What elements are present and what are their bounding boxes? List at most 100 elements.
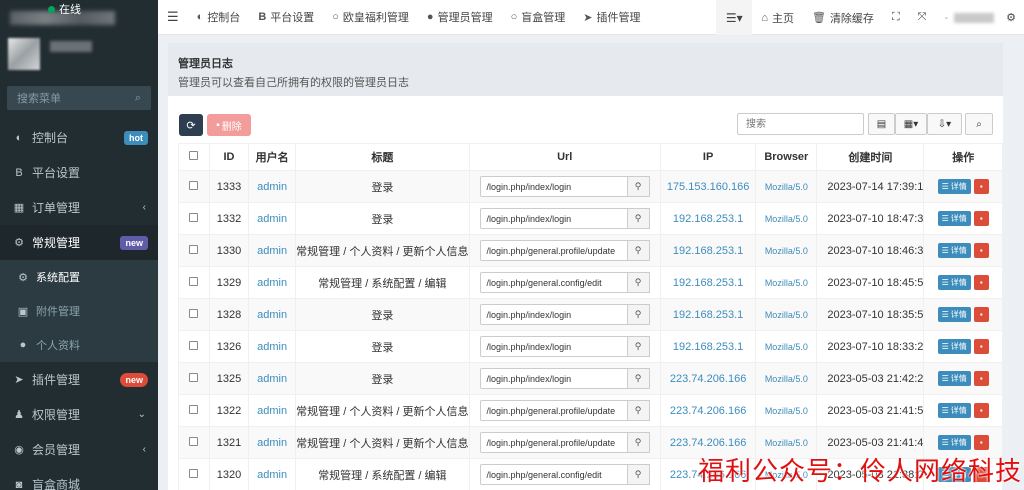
toggle-view-button[interactable]: ▤ [868, 113, 895, 135]
open-link-button[interactable]: ⚲ [627, 400, 650, 421]
cell-browser[interactable]: Mozilla/5.0 [755, 394, 818, 427]
delete-button[interactable]: ▪ 删除 [207, 114, 251, 136]
export-dropdown-button[interactable]: ⇩▾ [927, 113, 962, 135]
detail-button[interactable]: ☰ 详情 [937, 403, 971, 418]
open-link-button[interactable]: ⚲ [627, 176, 650, 197]
row-checkbox[interactable] [189, 276, 199, 286]
open-link-button[interactable]: ⚲ [627, 432, 650, 453]
url-field[interactable]: /login.php/index/login [479, 176, 628, 197]
sidebar-item-0[interactable]: ◐ 控制台 hot [0, 120, 158, 155]
cell-ip[interactable]: 192.168.253.1 [659, 234, 757, 267]
header-browser[interactable]: Browser [755, 143, 818, 171]
cell-ip[interactable]: 192.168.253.1 [659, 202, 757, 235]
sidebar-item-2[interactable]: ▦ 订单管理 ‹ [0, 190, 158, 225]
cell-username[interactable]: admin [248, 394, 297, 427]
cell-username[interactable]: admin [248, 426, 297, 459]
cell-ip[interactable]: 175.153.160.166 [659, 170, 757, 203]
cell-browser[interactable]: Mozilla/5.0 [755, 362, 818, 395]
delete-row-button[interactable]: ▪ [973, 435, 989, 450]
fullscreen-button[interactable]: ⤧ [909, 0, 936, 35]
open-link-button[interactable]: ⚲ [627, 464, 650, 485]
open-link-button[interactable]: ⚲ [627, 272, 650, 293]
header-select-all[interactable] [178, 143, 210, 171]
cell-browser[interactable]: Mozilla/5.0 [755, 234, 818, 267]
sidebar-item-4[interactable]: ⚙ 系统配置 [0, 260, 158, 294]
top-nav-item-2[interactable]: ○ 欧皇福利管理 [323, 0, 418, 35]
row-checkbox[interactable] [189, 340, 199, 350]
url-field[interactable]: /login.php/general.profile/update [479, 240, 628, 261]
row-select[interactable] [178, 362, 210, 395]
cell-username[interactable]: admin [248, 234, 297, 267]
refresh-button[interactable]: ⟳ [179, 114, 203, 136]
header-ip[interactable]: IP [659, 143, 757, 171]
cell-ip[interactable]: 192.168.253.1 [659, 330, 757, 363]
cell-username[interactable]: admin [248, 330, 297, 363]
delete-row-button[interactable]: ▪ [973, 179, 989, 194]
cell-browser[interactable]: Mozilla/5.0 [755, 170, 818, 203]
detail-button[interactable]: ☰ 详情 [937, 307, 971, 322]
url-field[interactable]: /login.php/general.config/edit [479, 272, 628, 293]
row-checkbox[interactable] [189, 180, 199, 190]
cell-ip[interactable]: 192.168.253.1 [659, 298, 757, 331]
search-icon[interactable]: ⌕ [135, 92, 141, 105]
open-link-button[interactable]: ⚲ [627, 336, 650, 357]
url-field[interactable]: /login.php/index/login [479, 304, 628, 325]
detail-button[interactable]: ☰ 详情 [937, 243, 971, 258]
cell-ip[interactable]: 223.74.206.166 [659, 362, 757, 395]
row-select[interactable] [178, 298, 210, 331]
row-select[interactable] [178, 426, 210, 459]
row-checkbox[interactable] [189, 308, 199, 318]
translate-button[interactable]: ⛶ [883, 0, 909, 35]
detail-button[interactable]: ☰ 详情 [937, 179, 971, 194]
open-link-button[interactable]: ⚲ [627, 208, 650, 229]
top-nav-item-3[interactable]: ● 管理员管理 [418, 0, 502, 35]
open-link-button[interactable]: ⚲ [627, 368, 650, 389]
top-nav-item-0[interactable]: ◐ 控制台 [188, 0, 250, 35]
user-menu[interactable]: - [935, 0, 998, 35]
row-select[interactable] [178, 266, 210, 299]
sidebar-toggle-button[interactable]: ☰ [158, 0, 188, 35]
row-select[interactable] [178, 458, 210, 490]
open-link-button[interactable]: ⚲ [627, 240, 650, 261]
delete-row-button[interactable]: ▪ [973, 339, 989, 354]
delete-row-button[interactable]: ▪ [973, 243, 989, 258]
advanced-search-button[interactable]: ⌕ [965, 113, 993, 135]
sidebar-item-6[interactable]: ● 个人资料 [0, 328, 158, 362]
cell-username[interactable]: admin [248, 362, 297, 395]
open-link-button[interactable]: ⚲ [627, 304, 650, 325]
row-select[interactable] [178, 202, 210, 235]
url-field[interactable]: /login.php/general.profile/update [479, 432, 628, 453]
row-select[interactable] [178, 170, 210, 203]
top-nav-item-4[interactable]: ○ 盲盒管理 [502, 0, 575, 35]
url-field[interactable]: /login.php/general.profile/update [479, 400, 628, 421]
sidebar-item-1[interactable]: B 平台设置 [0, 155, 158, 190]
delete-row-button[interactable]: ▪ [973, 403, 989, 418]
cell-username[interactable]: admin [248, 202, 297, 235]
detail-button[interactable]: ☰ 详情 [937, 371, 971, 386]
header-url[interactable]: Url [468, 143, 661, 171]
row-select[interactable] [178, 330, 210, 363]
url-field[interactable]: /login.php/index/login [479, 208, 628, 229]
cell-username[interactable]: admin [248, 458, 297, 490]
delete-row-button[interactable]: ▪ [973, 275, 989, 290]
url-field[interactable]: /login.php/index/login [479, 368, 628, 389]
sidebar-item-7[interactable]: ➤ 插件管理 new [0, 362, 158, 397]
columns-dropdown-button[interactable]: ▦▾ [895, 113, 927, 135]
cell-username[interactable]: admin [248, 298, 297, 331]
sidebar-search-input[interactable]: 搜索菜单 ⌕ [7, 86, 151, 110]
delete-row-button[interactable]: ▪ [973, 371, 989, 386]
row-checkbox[interactable] [189, 468, 199, 478]
detail-button[interactable]: ☰ 详情 [937, 435, 971, 450]
row-select[interactable] [178, 394, 210, 427]
row-checkbox[interactable] [189, 212, 199, 222]
cell-browser[interactable]: Mozilla/5.0 [755, 202, 818, 235]
cell-browser[interactable]: Mozilla/5.0 [755, 266, 818, 299]
row-checkbox[interactable] [189, 436, 199, 446]
detail-button[interactable]: ☰ 详情 [937, 211, 971, 226]
sidebar-item-3[interactable]: ⚙ 常规管理 new [0, 225, 158, 260]
row-select[interactable] [178, 234, 210, 267]
url-field[interactable]: /login.php/index/login [479, 336, 628, 357]
header-created-time[interactable]: 创建时间 [816, 143, 925, 171]
cell-username[interactable]: admin [248, 266, 297, 299]
home-link[interactable]: ⌂ 主页 [752, 0, 803, 35]
